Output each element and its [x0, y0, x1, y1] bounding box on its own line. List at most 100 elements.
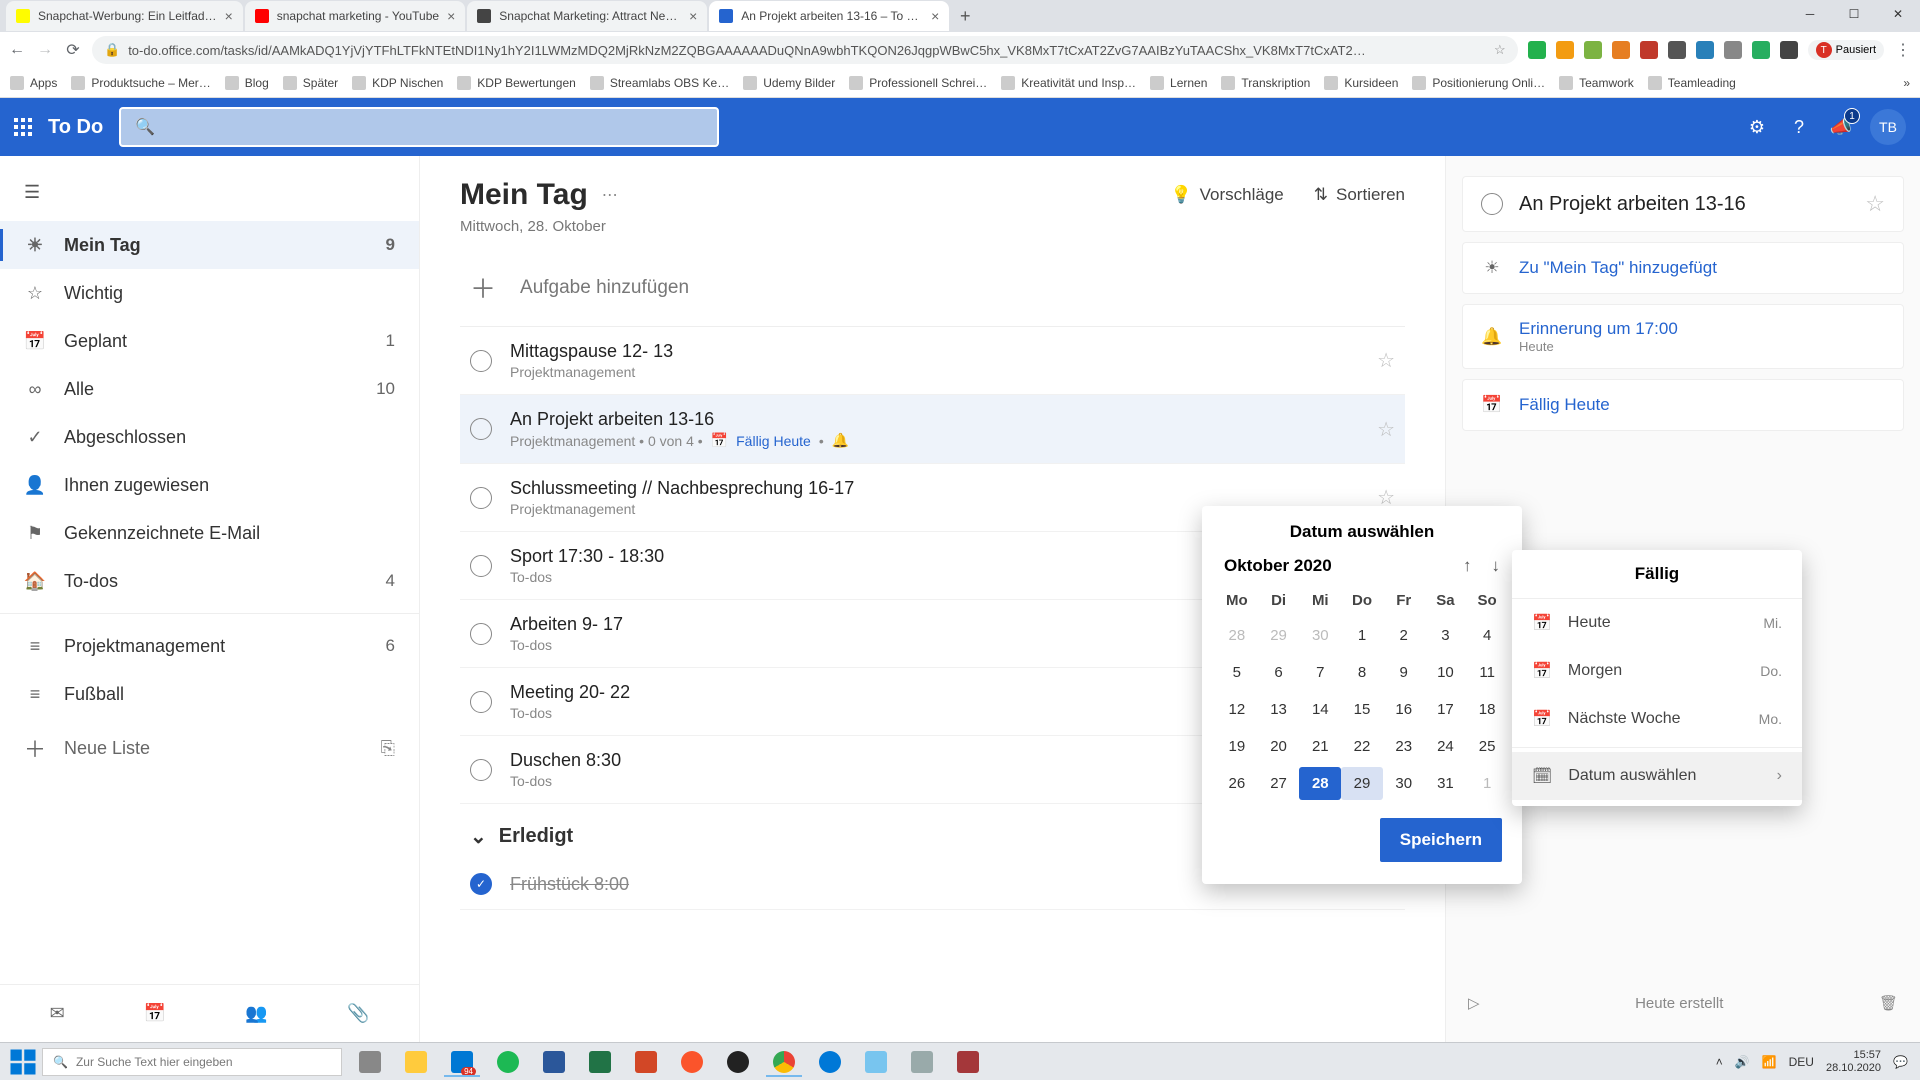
- task-checkbox[interactable]: [470, 418, 492, 440]
- extension-icon[interactable]: [1612, 41, 1630, 59]
- calendar-day[interactable]: 18: [1466, 693, 1508, 726]
- bookmark-item[interactable]: Lernen: [1150, 76, 1207, 90]
- calendar-day[interactable]: 20: [1258, 730, 1300, 763]
- calendar-day[interactable]: 22: [1341, 730, 1383, 763]
- nav-forward-icon[interactable]: →: [36, 41, 54, 59]
- bookmark-item[interactable]: Später: [283, 76, 338, 90]
- myday-row[interactable]: ☀ Zu "Mein Tag" hinzugefügt: [1462, 242, 1904, 294]
- tray-notifications-icon[interactable]: 💬: [1893, 1055, 1908, 1069]
- bookmark-item[interactable]: Kreativität und Insp…: [1001, 76, 1136, 90]
- taskbar-app-generic[interactable]: [900, 1047, 944, 1077]
- taskbar-app-obs[interactable]: [716, 1047, 760, 1077]
- taskbar-app-mail[interactable]: 94: [440, 1047, 484, 1077]
- task-checkbox[interactable]: [470, 691, 492, 713]
- bookmarks-overflow[interactable]: »: [1903, 76, 1910, 90]
- tab-close-icon[interactable]: ×: [689, 8, 697, 24]
- bookmark-item[interactable]: Blog: [225, 76, 269, 90]
- tray-volume-icon[interactable]: 🔊: [1735, 1055, 1750, 1069]
- hide-pane-icon[interactable]: ▷: [1468, 994, 1480, 1012]
- calendar-day[interactable]: 13: [1258, 693, 1300, 726]
- sidebar-item[interactable]: ∞Alle10: [0, 365, 419, 413]
- due-pickdate-option[interactable]: 🗓Datum auswählen›: [1512, 752, 1802, 800]
- task-checkbox[interactable]: [470, 623, 492, 645]
- more-icon[interactable]: ⋯: [602, 185, 618, 205]
- calendar-day[interactable]: 21: [1299, 730, 1341, 763]
- sidebar-item[interactable]: 🏠To-dos4: [0, 557, 419, 605]
- task-checkbox[interactable]: [470, 759, 492, 781]
- delete-icon[interactable]: 🗑: [1879, 994, 1898, 1012]
- bookmark-item[interactable]: Streamlabs OBS Ke…: [590, 76, 729, 90]
- extension-icon[interactable]: [1724, 41, 1742, 59]
- bookmark-item[interactable]: Teamleading: [1648, 76, 1736, 90]
- calendar-save-button[interactable]: Speichern: [1380, 818, 1502, 862]
- calendar-day[interactable]: 12: [1216, 693, 1258, 726]
- taskbar-app-chrome[interactable]: [762, 1047, 806, 1077]
- task-row[interactable]: Mittagspause 12- 13Projektmanagement☆: [460, 327, 1405, 395]
- bookmark-item[interactable]: Kursideen: [1324, 76, 1398, 90]
- url-input[interactable]: 🔒 to-do.office.com/tasks/id/AAMkADQ1YjVj…: [92, 36, 1518, 64]
- calendar-day[interactable]: 8: [1341, 656, 1383, 689]
- window-close[interactable]: ✕: [1876, 0, 1920, 28]
- calendar-day[interactable]: 7: [1299, 656, 1341, 689]
- bookmark-item[interactable]: Udemy Bilder: [743, 76, 835, 90]
- calendar-day[interactable]: 25: [1466, 730, 1508, 763]
- bookmark-item[interactable]: Apps: [10, 76, 57, 90]
- window-minimize[interactable]: ─: [1788, 0, 1832, 28]
- extension-icon[interactable]: [1640, 41, 1658, 59]
- calendar-day[interactable]: 24: [1425, 730, 1467, 763]
- search-input[interactable]: 🔍: [119, 107, 719, 147]
- task-checkbox[interactable]: [470, 350, 492, 372]
- calendar-day[interactable]: 27: [1258, 767, 1300, 800]
- calendar-day[interactable]: 23: [1383, 730, 1425, 763]
- due-today-option[interactable]: 📅HeuteMi.: [1512, 599, 1802, 647]
- taskbar-app-word[interactable]: [532, 1047, 576, 1077]
- task-checkbox[interactable]: [1481, 193, 1503, 215]
- calendar-day[interactable]: 3: [1425, 619, 1467, 652]
- people-icon[interactable]: 👥: [245, 1003, 267, 1024]
- taskbar-app-edge[interactable]: [808, 1047, 852, 1077]
- due-row[interactable]: 📅 Fällig Heute: [1462, 379, 1904, 431]
- calendar-day[interactable]: 31: [1425, 767, 1467, 800]
- next-month-icon[interactable]: ↓: [1492, 556, 1501, 576]
- calendar-day[interactable]: 30: [1299, 619, 1341, 652]
- taskbar-app-notepad[interactable]: [854, 1047, 898, 1077]
- sidebar-item[interactable]: ⚑Gekennzeichnete E-Mail: [0, 509, 419, 557]
- calendar-day[interactable]: 10: [1425, 656, 1467, 689]
- window-maximize[interactable]: ☐: [1832, 0, 1876, 28]
- calendar-day[interactable]: 26: [1216, 767, 1258, 800]
- nav-back-icon[interactable]: ←: [8, 41, 26, 59]
- bookmark-item[interactable]: KDP Nischen: [352, 76, 443, 90]
- task-row[interactable]: An Projekt arbeiten 13-16Projektmanageme…: [460, 395, 1405, 464]
- star-icon[interactable]: ☆: [1494, 42, 1506, 58]
- extension-icon[interactable]: [1528, 41, 1546, 59]
- calendar-day[interactable]: 19: [1216, 730, 1258, 763]
- taskbar-app-spotify[interactable]: [486, 1047, 530, 1077]
- avatar[interactable]: TB: [1870, 109, 1906, 145]
- due-tomorrow-option[interactable]: 📅MorgenDo.: [1512, 647, 1802, 695]
- calendar-day[interactable]: 1: [1341, 619, 1383, 652]
- task-checkbox-checked[interactable]: ✓: [470, 873, 492, 895]
- sort-button[interactable]: ⇅Sortieren: [1314, 185, 1405, 205]
- megaphone-icon[interactable]: 📣1: [1828, 114, 1854, 140]
- sidebar-list-item[interactable]: ≡Projektmanagement6: [0, 622, 419, 670]
- bookmark-item[interactable]: Professionell Schrei…: [849, 76, 987, 90]
- bookmark-item[interactable]: KDP Bewertungen: [457, 76, 576, 90]
- browser-tab[interactable]: Snapchat Marketing: Attract New…×: [467, 1, 707, 31]
- details-title[interactable]: An Projekt arbeiten 13-16: [1519, 193, 1849, 216]
- browser-tab-active[interactable]: An Projekt arbeiten 13-16 – To D…×: [709, 1, 949, 31]
- help-icon[interactable]: ?: [1786, 114, 1812, 140]
- taskbar-app-explorer[interactable]: [394, 1047, 438, 1077]
- calendar-day[interactable]: 30: [1383, 767, 1425, 800]
- browser-tab[interactable]: Snapchat-Werbung: Ein Leitfad…×: [6, 1, 243, 31]
- attach-icon[interactable]: 📎: [347, 1003, 369, 1024]
- start-button[interactable]: [4, 1047, 42, 1077]
- new-group-icon[interactable]: ⎘: [381, 738, 395, 759]
- calendar-day[interactable]: 4: [1466, 619, 1508, 652]
- taskbar-app-brave[interactable]: [670, 1047, 714, 1077]
- prev-month-icon[interactable]: ↑: [1463, 556, 1472, 576]
- taskbar-app-powerpoint[interactable]: [624, 1047, 668, 1077]
- sidebar-list-item[interactable]: ≡Fußball: [0, 670, 419, 718]
- due-nextweek-option[interactable]: 📅Nächste WocheMo.: [1512, 695, 1802, 743]
- tab-close-icon[interactable]: ×: [225, 8, 233, 24]
- calendar-day[interactable]: 14: [1299, 693, 1341, 726]
